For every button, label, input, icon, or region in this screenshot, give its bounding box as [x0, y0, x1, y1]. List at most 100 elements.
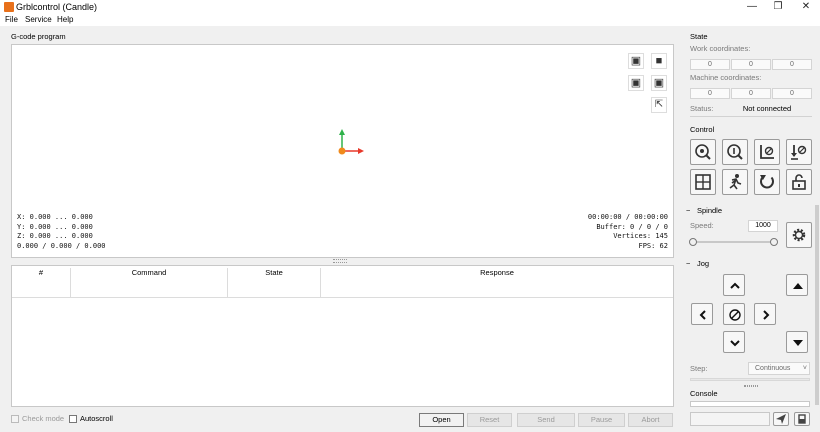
machine-coordinates-label: Machine coordinates: [690, 73, 762, 82]
autoscroll-label: Autoscroll [80, 414, 113, 423]
menu-file[interactable]: File [5, 15, 18, 25]
console-send-button[interactable] [773, 412, 789, 426]
machine-x-field: 0 [690, 88, 730, 99]
autoscroll-checkbox[interactable] [69, 415, 77, 423]
jog-z-plus-button[interactable] [786, 274, 808, 296]
work-y-field: 0 [731, 59, 771, 70]
fit-view-icon[interactable]: ⇱ [651, 97, 667, 113]
check-mode-checkbox[interactable] [11, 415, 19, 423]
status-value: Not connected [742, 104, 792, 113]
spindle-speed-label: Speed: [690, 221, 714, 230]
jog-step-value: Continuous [755, 365, 791, 372]
work-z-field: 0 [772, 59, 812, 70]
reset-button[interactable]: Reset [467, 413, 512, 427]
zero-z-button[interactable] [786, 139, 812, 165]
chevron-down-icon: ˅ [802, 365, 807, 372]
gcode-viewer[interactable]: ▣ ■ ▣ ▣ ⇱ X: 0.000 ... 0.000 Y: 0.000 ..… [11, 44, 674, 258]
running-man-icon [729, 174, 742, 190]
vertices-info: Vertices: 145 [613, 232, 668, 240]
machine-z-field: 0 [772, 88, 812, 99]
jog-title: Jog [697, 259, 710, 268]
gcode-program-title: G-code program [11, 32, 66, 41]
y-range: Y: 0.000 ... 0.000 [17, 222, 93, 231]
reset-icon [760, 175, 774, 189]
view-iso-cube-icon[interactable]: ▣ [628, 53, 644, 69]
zero-z-icon [791, 145, 807, 160]
time-info: 00:00:00 / 00:00:00 [587, 213, 668, 221]
triangle-down-icon [793, 340, 803, 346]
grid-frame-icon [695, 174, 711, 190]
jog-z-minus-button[interactable] [786, 331, 808, 353]
open-button[interactable]: Open [419, 413, 464, 427]
menu-service[interactable]: Service [25, 15, 52, 25]
buffer-info: Buffer: 0 / 0 / 0 [596, 222, 668, 231]
jog-step-label: Step: [690, 364, 708, 373]
column-state[interactable]: State [228, 268, 321, 298]
axes-origin-icon [338, 129, 364, 155]
pause-button[interactable]: Pause [578, 413, 625, 427]
work-x-field: 0 [690, 59, 730, 70]
jog-x-minus-button[interactable] [691, 303, 713, 325]
jog-separator [690, 378, 810, 381]
chevron-up-icon [730, 282, 740, 289]
console-output[interactable] [690, 401, 810, 407]
status-label: Status: [690, 104, 714, 113]
soft-reset-button[interactable] [754, 169, 780, 195]
gear-icon [792, 228, 806, 242]
probe-search-icon [727, 144, 743, 160]
title-bar [0, 0, 820, 14]
view-top-cube-icon[interactable]: ■ [651, 53, 667, 69]
spindle-slider-handle[interactable] [770, 238, 778, 246]
fps-info: FPS: 62 [638, 241, 668, 250]
send-button[interactable]: Send [517, 413, 575, 427]
view-left-cube-icon[interactable]: ▣ [651, 75, 667, 91]
close-button[interactable]: ✕ [794, 0, 818, 14]
home-button[interactable] [690, 139, 716, 165]
jog-collapse-icon[interactable]: − [686, 259, 691, 268]
panel-splitter-handle[interactable] [744, 385, 758, 387]
abort-button[interactable]: Abort [628, 413, 673, 427]
x-range: X: 0.000 ... 0.000 [17, 213, 93, 221]
status-divider [690, 116, 812, 117]
console-clear-button[interactable] [794, 412, 810, 426]
spindle-speed-field[interactable]: 1000 [748, 220, 778, 232]
triangle-up-icon [793, 283, 803, 289]
unlock-button[interactable] [786, 169, 812, 195]
control-title: Control [690, 125, 715, 134]
view-front-cube-icon[interactable]: ▣ [628, 75, 644, 91]
console-title: Console [690, 389, 718, 398]
jog-step-select[interactable]: Continuous ˅ [748, 362, 810, 375]
right-panel-scrollbar[interactable] [815, 205, 819, 405]
column-response[interactable]: Response [321, 268, 673, 298]
maximize-button[interactable]: ❐ [766, 0, 790, 14]
table-header: # Command State Response [12, 266, 673, 298]
chevron-left-icon [699, 310, 706, 320]
restore-origin-button[interactable] [690, 169, 716, 195]
jog-x-plus-button[interactable] [754, 303, 776, 325]
z-range: Z: 0.000 ... 0.000 [17, 232, 93, 240]
column-number[interactable]: # [12, 268, 71, 298]
state-title: State [690, 32, 708, 41]
program-table[interactable]: # Command State Response [11, 265, 674, 407]
minimize-button[interactable]: — [740, 0, 764, 14]
bounds-info: X: 0.000 ... 0.000 Y: 0.000 ... 0.000 Z:… [17, 213, 106, 251]
console-input[interactable] [690, 412, 770, 426]
spindle-slider-min-handle[interactable] [689, 238, 697, 246]
chevron-down-icon [730, 340, 740, 347]
jog-stop-button[interactable] [723, 303, 745, 325]
render-info: 00:00:00 / 00:00:00 Buffer: 0 / 0 / 0 Ve… [588, 213, 668, 251]
spindle-collapse-icon[interactable]: − [686, 206, 691, 215]
machine-y-field: 0 [731, 88, 771, 99]
zero-xy-button[interactable] [754, 139, 780, 165]
probe-button[interactable] [722, 139, 748, 165]
jog-y-minus-button[interactable] [723, 331, 745, 353]
jog-y-plus-button[interactable] [723, 274, 745, 296]
size-info: 0.000 / 0.000 / 0.000 [17, 241, 106, 250]
splitter-handle[interactable] [333, 259, 347, 263]
spindle-slider-track[interactable] [692, 241, 776, 243]
menu-help[interactable]: Help [57, 15, 73, 25]
spindle-toggle-button[interactable] [786, 222, 812, 248]
work-coordinates-label: Work coordinates: [690, 44, 751, 53]
safe-position-button[interactable] [722, 169, 748, 195]
column-command[interactable]: Command [71, 268, 228, 298]
